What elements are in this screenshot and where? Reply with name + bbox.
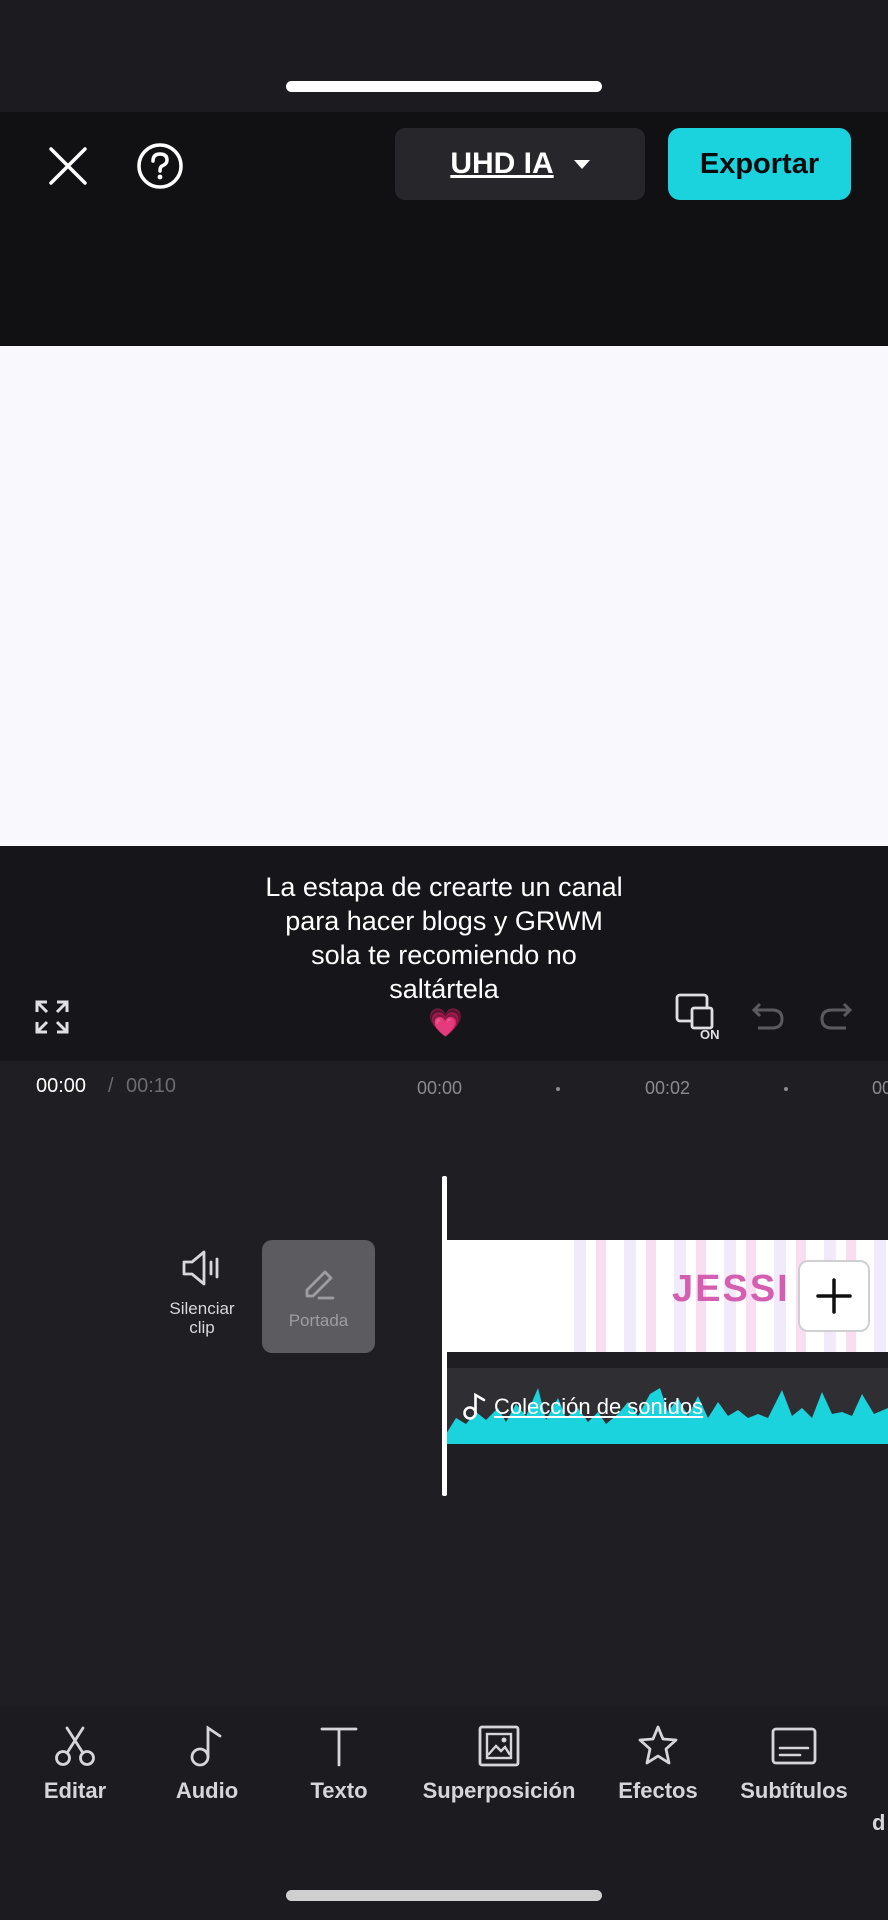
chevron-down-icon [573, 159, 590, 169]
quality-label: UHD IA [450, 147, 554, 180]
pip-on-icon: ON [675, 993, 720, 1042]
tool-subtitles-label: Subtítulos [740, 1778, 848, 1803]
effects-star-icon [638, 1725, 678, 1765]
tool-overlay[interactable]: Superposición [414, 1722, 584, 1804]
help-icon [137, 143, 183, 189]
heart-emoji: 💗 [428, 1007, 463, 1038]
scissors-icon [55, 1726, 95, 1766]
cover-button[interactable]: Portada [262, 1240, 375, 1353]
music-note-icon [462, 1392, 488, 1425]
total-time: 00:10 [126, 1075, 177, 1097]
audio-track-label: Colección de sonidos [494, 1394, 704, 1419]
plus-icon [816, 1278, 852, 1314]
ruler-tick: 00:00 [417, 1078, 463, 1098]
help-button[interactable] [132, 138, 188, 194]
tool-audio[interactable]: Audio [170, 1722, 244, 1804]
pencil-icon [305, 1270, 334, 1300]
ruler-dot [556, 1087, 560, 1091]
tool-subtitles[interactable]: Subtítulos [732, 1722, 856, 1804]
mute-clip-button[interactable]: Silenciar clip [160, 1248, 244, 1337]
export-button[interactable]: Exportar [668, 128, 851, 200]
fullscreen-button[interactable] [30, 995, 74, 1039]
status-bar [0, 0, 888, 112]
quality-dropdown[interactable]: UHD IA [395, 128, 645, 200]
tool-text[interactable]: Texto [302, 1722, 376, 1804]
tool-effects[interactable]: Efectos [612, 1722, 704, 1804]
subtitles-icon [771, 1727, 817, 1765]
undo-button[interactable] [748, 996, 788, 1036]
tool-effects-label: Efectos [618, 1778, 698, 1803]
redo-button[interactable] [816, 996, 856, 1036]
current-time: 00:00 [36, 1075, 87, 1097]
top-grabber [286, 81, 602, 92]
tool-text-label: Texto [310, 1778, 368, 1803]
close-button[interactable] [40, 138, 96, 194]
close-icon [49, 147, 87, 185]
speaker-icon [182, 1250, 219, 1286]
undo-icon [751, 1002, 784, 1030]
ruler-tick: 00 [872, 1078, 888, 1098]
music-note-icon [190, 1725, 222, 1767]
home-indicator[interactable] [286, 1890, 602, 1901]
caption-text[interactable]: La estapa de crearte un canal para hacer… [260, 870, 628, 1006]
add-clip-button[interactable] [800, 1262, 868, 1330]
video-preview[interactable] [0, 346, 888, 846]
text-icon [320, 1727, 358, 1767]
time-separator: / [108, 1075, 114, 1097]
ruler-tick: 00:02 [645, 1078, 691, 1098]
tool-partial-label[interactable]: d [872, 1810, 885, 1836]
tool-edit[interactable]: Editar [38, 1722, 112, 1804]
playhead[interactable] [442, 1176, 447, 1496]
ruler-dot [784, 1087, 788, 1091]
overlay-icon [478, 1725, 520, 1767]
tool-edit-label: Editar [43, 1778, 107, 1803]
tool-overlay-label: Superposición [422, 1778, 576, 1803]
tool-audio-label: Audio [175, 1778, 239, 1803]
mute-clip-label: Silenciar clip [169, 1299, 235, 1337]
pip-on-button[interactable]: ON [674, 992, 726, 1042]
redo-icon [820, 1002, 853, 1030]
svg-text:ON: ON [700, 1027, 720, 1042]
cover-label: Portada [288, 1311, 349, 1330]
fullscreen-icon [35, 1000, 69, 1034]
